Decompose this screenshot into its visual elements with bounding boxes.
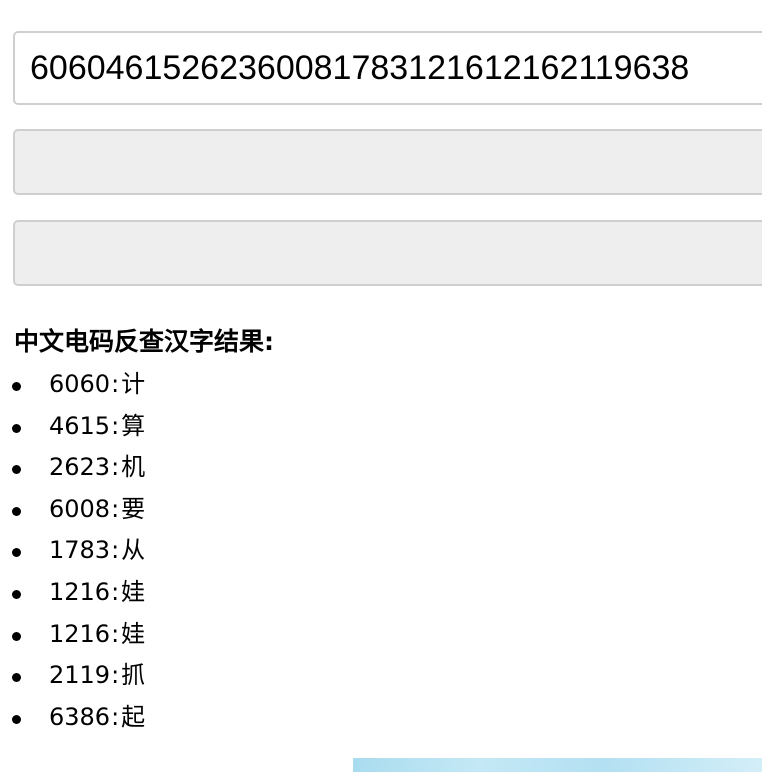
result-item: 1216:娃 [0,614,145,656]
result-char: 抓 [121,661,146,690]
result-char: 计 [121,370,146,398]
result-item: 1783:从 [0,530,145,572]
result-item: 1216:娃 [0,572,145,614]
result-item: 2119:抓 [0,655,145,697]
result-code: 2119 [49,661,111,690]
result-char: 算 [121,411,146,440]
code-input[interactable] [15,33,762,103]
result-code: 1216 [49,619,111,648]
result-item: 6386:起 [0,697,145,739]
result-item: 2623:机 [0,447,145,489]
result-code: 6008 [49,494,111,523]
bullet-icon [12,631,21,641]
bullet-icon [12,589,21,599]
result-code: 1216 [49,577,111,606]
result-separator: : [111,411,120,440]
result-char: 机 [121,453,146,482]
result-separator: : [111,494,120,523]
result-code: 6386 [49,702,111,731]
bullet-icon [12,465,21,475]
result-char: 娃 [121,577,146,606]
result-list: 6060:计 4615:算 2623:机 6008:要 1783:从 1216:… [0,364,145,738]
result-separator: : [111,619,120,648]
result-separator: : [111,453,120,482]
bullet-icon [12,423,21,433]
result-separator: : [111,370,120,398]
code-input-field[interactable] [13,31,762,105]
result-separator: : [111,661,120,690]
result-char: 娃 [121,619,146,648]
result-char: 起 [121,702,146,731]
bullet-icon [12,506,21,516]
bullet-icon [12,673,21,683]
result-code: 4615 [49,411,111,440]
second-input-field[interactable] [13,129,762,195]
result-item: 6060:计 [0,364,145,406]
result-separator: : [111,577,120,606]
result-char: 要 [121,494,146,523]
result-item: 6008:要 [0,489,145,531]
result-char: 从 [121,536,146,565]
bullet-icon [12,382,21,391]
result-item: 4615:算 [0,406,145,448]
result-heading: 中文电码反查汉字结果: [14,327,274,356]
result-separator: : [111,702,120,731]
bullet-icon [12,714,21,724]
result-separator: : [111,536,120,565]
result-code: 1783 [49,536,111,565]
result-code: 6060 [49,370,111,398]
third-input-field[interactable] [13,220,762,286]
bullet-icon [12,548,21,558]
result-code: 2623 [49,453,111,482]
